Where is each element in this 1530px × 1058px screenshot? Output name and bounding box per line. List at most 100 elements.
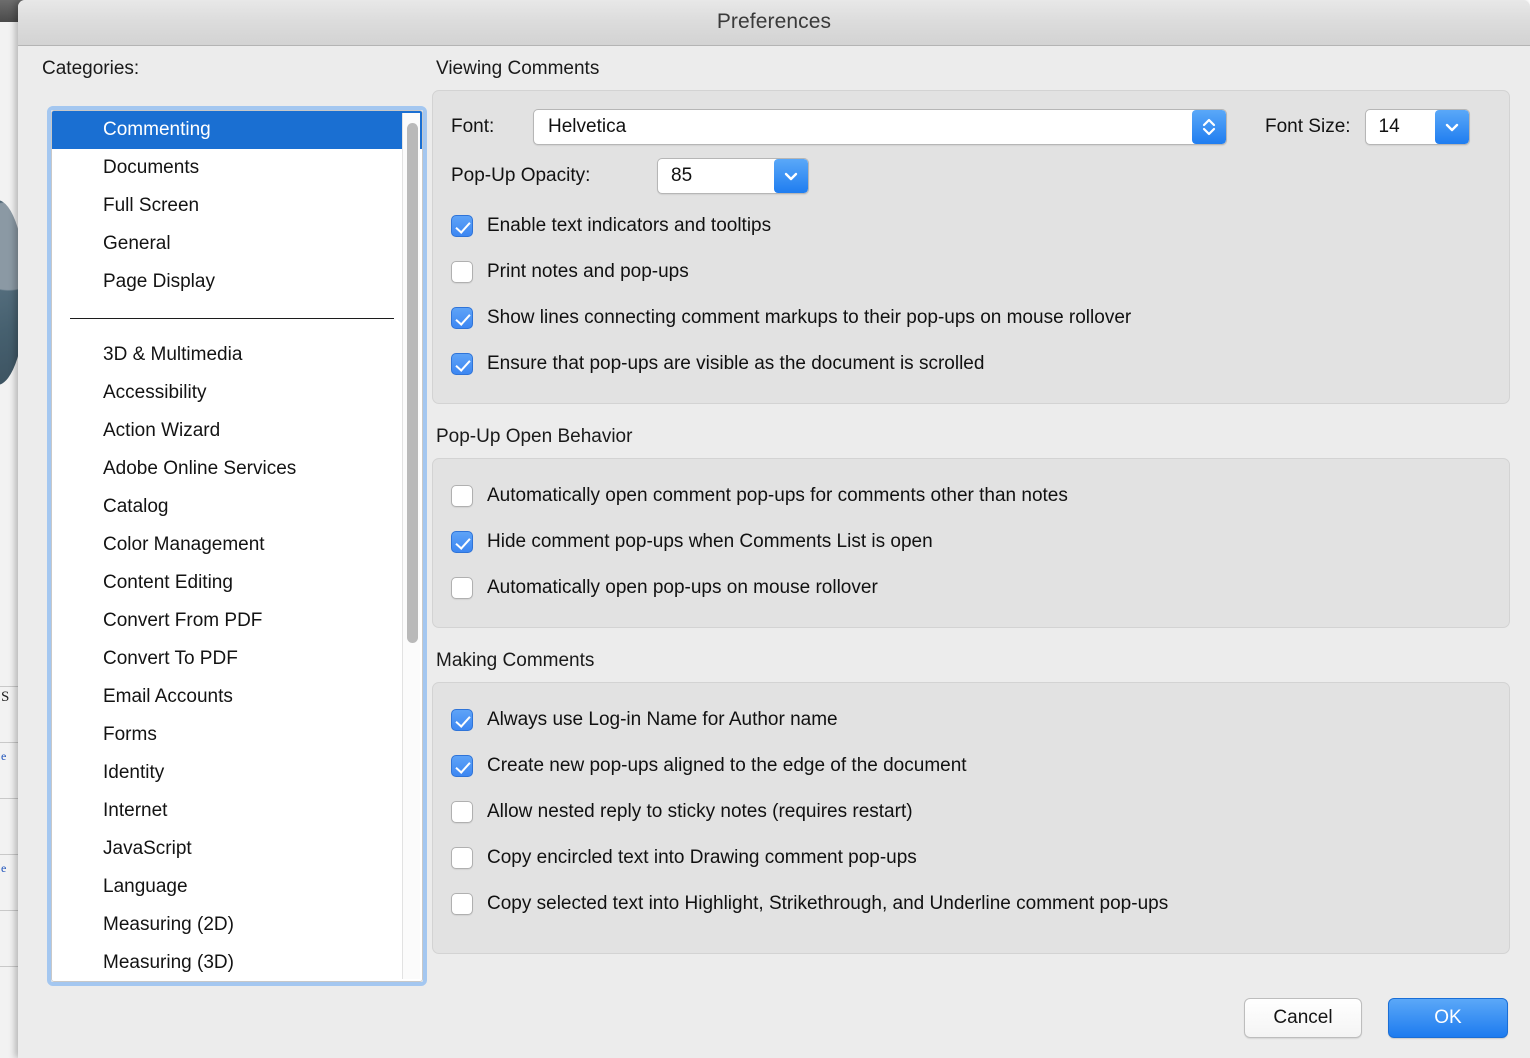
- checkbox-label: Automatically open pop-ups on mouse roll…: [487, 577, 878, 598]
- sidebar-item-catalog[interactable]: Catalog: [52, 488, 422, 526]
- sidebar-item-label: Action Wizard: [103, 420, 221, 441]
- sidebar-item-label: Catalog: [103, 496, 169, 517]
- viewing-comments-group: Font: Helvetica Font Size: 14 Pop-Up Opa…: [432, 90, 1510, 404]
- checkbox-show-connecting-lines[interactable]: [451, 307, 473, 329]
- checkbox-row-auto-open-on-rollover[interactable]: Automatically open pop-ups on mouse roll…: [451, 565, 1491, 611]
- font-combobox[interactable]: Helvetica: [533, 109, 1227, 145]
- sidebar-item-internet[interactable]: Internet: [52, 792, 422, 830]
- checkbox-auto-open-on-rollover[interactable]: [451, 577, 473, 599]
- font-value: Helvetica: [548, 116, 627, 137]
- dialog-title: Preferences: [716, 10, 832, 33]
- sidebar-item-label: General: [103, 233, 171, 254]
- sidebar-item-javascript[interactable]: JavaScript: [52, 830, 422, 868]
- checkbox-label: Always use Log-in Name for Author name: [487, 709, 838, 730]
- font-size-label: Font Size:: [1265, 116, 1351, 137]
- sidebar-item-identity[interactable]: Identity: [52, 754, 422, 792]
- checkbox-row-auto-open-comment-popups[interactable]: Automatically open comment pop-ups for c…: [451, 473, 1491, 519]
- sidebar-item-measuring-2d[interactable]: Measuring (2D): [52, 906, 422, 944]
- checkbox-label: Create new pop-ups aligned to the edge o…: [487, 755, 967, 776]
- checkbox-row-copy-selected-text[interactable]: Copy selected text into Highlight, Strik…: [451, 881, 1491, 927]
- sidebar-item-adobe-online-services[interactable]: Adobe Online Services: [52, 450, 422, 488]
- dialog-footer: Cancel OK: [1244, 998, 1508, 1038]
- chevron-down-icon[interactable]: [774, 159, 808, 193]
- cancel-button[interactable]: Cancel: [1244, 998, 1362, 1038]
- ok-button[interactable]: OK: [1388, 998, 1508, 1038]
- dialog-titlebar: Preferences: [18, 0, 1530, 46]
- sidebar-item-full-screen[interactable]: Full Screen: [52, 187, 422, 225]
- sidebar-item-label: Measuring (2D): [103, 914, 234, 935]
- checkbox-label: Copy encircled text into Drawing comment…: [487, 847, 917, 868]
- checkbox-hide-popups-comments-list[interactable]: [451, 531, 473, 553]
- sidebar-item-label: Email Accounts: [103, 686, 233, 707]
- sidebar-item-label: Convert To PDF: [103, 648, 238, 669]
- checkbox-copy-selected-text[interactable]: [451, 893, 473, 915]
- checkbox-row-copy-encircled-text[interactable]: Copy encircled text into Drawing comment…: [451, 835, 1491, 881]
- checkbox-row-create-popups-aligned[interactable]: Create new pop-ups aligned to the edge o…: [451, 743, 1491, 789]
- viewing-comments-title: Viewing Comments: [436, 58, 600, 79]
- background-text: e: [1, 749, 7, 763]
- category-list-scrollbar-thumb[interactable]: [407, 123, 418, 643]
- stepper-updown-icon[interactable]: [1192, 110, 1226, 144]
- sidebar-item-forms[interactable]: Forms: [52, 716, 422, 754]
- checkbox-ensure-popups-visible[interactable]: [451, 353, 473, 375]
- popup-open-behavior-title: Pop-Up Open Behavior: [436, 426, 633, 447]
- chevron-down-icon[interactable]: [1434, 110, 1469, 144]
- sidebar-item-label: JavaScript: [103, 838, 192, 859]
- popup-opacity-label: Pop-Up Opacity:: [451, 165, 591, 186]
- sidebar-item-label: Commenting: [103, 119, 211, 140]
- sidebar-item-accessibility[interactable]: Accessibility: [52, 374, 422, 412]
- sidebar-item-3d-multimedia[interactable]: 3D & Multimedia: [52, 336, 422, 374]
- checkbox-copy-encircled-text[interactable]: [451, 847, 473, 869]
- sidebar-item-language[interactable]: Language: [52, 868, 422, 906]
- sidebar-item-label: Internet: [103, 800, 168, 821]
- sidebar-item-convert-to-pdf[interactable]: Convert To PDF: [52, 640, 422, 678]
- sidebar-item-email-accounts[interactable]: Email Accounts: [52, 678, 422, 716]
- category-list-separator: [70, 318, 394, 319]
- checkbox-print-notes[interactable]: [451, 261, 473, 283]
- sidebar-item-color-management[interactable]: Color Management: [52, 526, 422, 564]
- checkbox-label: Automatically open comment pop-ups for c…: [487, 485, 1068, 506]
- sidebar-item-documents[interactable]: Documents: [52, 149, 422, 187]
- sidebar-item-action-wizard[interactable]: Action Wizard: [52, 412, 422, 450]
- checkbox-label: Allow nested reply to sticky notes (requ…: [487, 801, 913, 822]
- background-text: S: [1, 689, 10, 705]
- making-comments-group: Always use Log-in Name for Author name C…: [432, 682, 1510, 954]
- checkbox-label: Hide comment pop-ups when Comments List …: [487, 531, 933, 552]
- sidebar-item-commenting[interactable]: Commenting: [52, 111, 422, 149]
- sidebar-item-label: Language: [103, 876, 188, 897]
- sidebar-item-label: Full Screen: [103, 195, 200, 216]
- sidebar-item-label: Content Editing: [103, 572, 233, 593]
- checkbox-enable-text-indicators[interactable]: [451, 215, 473, 237]
- sidebar-item-content-editing[interactable]: Content Editing: [52, 564, 422, 602]
- sidebar-item-general[interactable]: General: [52, 225, 422, 263]
- sidebar-item-convert-from-pdf[interactable]: Convert From PDF: [52, 602, 422, 640]
- checkbox-auto-open-comment-popups[interactable]: [451, 485, 473, 507]
- sidebar-item-label: Documents: [103, 157, 200, 178]
- checkbox-row-allow-nested-reply[interactable]: Allow nested reply to sticky notes (requ…: [451, 789, 1491, 835]
- sidebar-item-label: Color Management: [103, 534, 265, 555]
- sidebar-item-measuring-3d[interactable]: Measuring (3D): [52, 944, 422, 981]
- checkbox-always-use-login-name[interactable]: [451, 709, 473, 731]
- popup-opacity-select[interactable]: 85: [657, 158, 809, 194]
- checkbox-row-print-notes[interactable]: Print notes and pop-ups: [451, 249, 1491, 295]
- checkbox-row-always-use-login-name[interactable]: Always use Log-in Name for Author name: [451, 697, 1491, 743]
- settings-panel: Viewing Comments Font: Helvetica Font Si…: [432, 58, 1510, 954]
- font-size-select[interactable]: 14: [1364, 109, 1470, 145]
- checkbox-row-ensure-visible[interactable]: Ensure that pop-ups are visible as the d…: [451, 341, 1491, 387]
- checkbox-create-popups-aligned[interactable]: [451, 755, 473, 777]
- checkbox-allow-nested-reply[interactable]: [451, 801, 473, 823]
- sidebar-item-page-display[interactable]: Page Display: [52, 263, 422, 301]
- sidebar-item-label: Measuring (3D): [103, 952, 234, 973]
- sidebar-item-label: 3D & Multimedia: [103, 344, 243, 365]
- popup-opacity-value: 85: [671, 165, 693, 186]
- category-list-focus-ring: Commenting Documents Full Screen General…: [47, 106, 427, 986]
- sidebar-item-label: Adobe Online Services: [103, 458, 297, 479]
- checkbox-row-hide-popups-comments-list[interactable]: Hide comment pop-ups when Comments List …: [451, 519, 1491, 565]
- category-list-scrollbar[interactable]: [402, 113, 420, 979]
- checkbox-label: Copy selected text into Highlight, Strik…: [487, 893, 1169, 914]
- checkbox-row-show-lines[interactable]: Show lines connecting comment markups to…: [451, 295, 1491, 341]
- checkbox-row-enable-text-indicators[interactable]: Enable text indicators and tooltips: [451, 203, 1491, 249]
- font-size-value: 14: [1378, 116, 1400, 137]
- category-list[interactable]: Commenting Documents Full Screen General…: [51, 110, 423, 982]
- background-text: e: [1, 861, 7, 875]
